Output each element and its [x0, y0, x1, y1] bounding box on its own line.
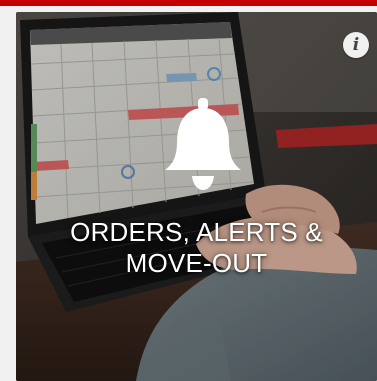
bell-icon [165, 98, 241, 190]
tile-label: ORDERS, ALERTS & MOVE-OUT [16, 217, 377, 279]
tile-label-line2: MOVE-OUT [125, 248, 268, 278]
tile-label-line1: ORDERS, ALERTS & [70, 217, 323, 247]
info-icon-glyph: i [352, 35, 360, 55]
page: i ORDERS, ALERTS & MOVE-OUT [0, 0, 377, 381]
info-icon[interactable]: i [343, 32, 369, 58]
background-photo [16, 12, 377, 381]
top-accent-bar [0, 0, 377, 6]
orders-alerts-move-out-tile[interactable]: i ORDERS, ALERTS & MOVE-OUT [16, 12, 377, 381]
